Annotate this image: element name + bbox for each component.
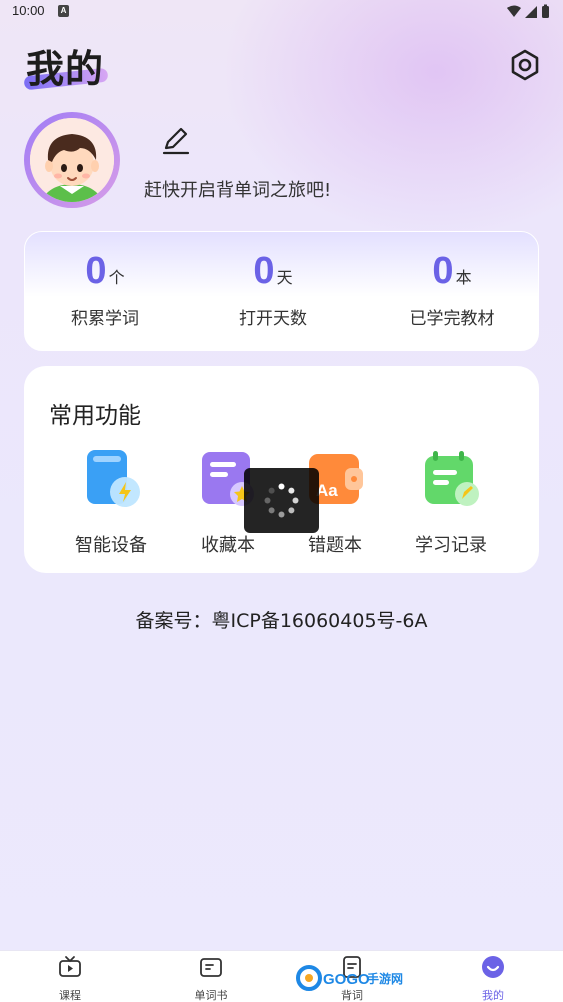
- wifi-icon: [507, 5, 521, 17]
- svg-text:GOGO: GOGO: [323, 971, 370, 988]
- nav-label: 我的: [482, 989, 504, 1002]
- func-label: 学习记录: [415, 535, 487, 556]
- stat-words: 0个 积累学词: [25, 250, 185, 329]
- stat-unit: 本: [455, 268, 472, 287]
- notification-icon: A: [58, 5, 69, 17]
- study-record-icon: [425, 451, 479, 506]
- functions-title: 常用功能: [49, 403, 141, 429]
- signal-icon: [525, 6, 537, 18]
- stat-label: 已学完教材: [409, 309, 495, 329]
- stat-label: 打开天数: [239, 309, 307, 329]
- stat-days: 0天 打开天数: [193, 250, 353, 329]
- watermark-logo: GOGO 手游网: [296, 965, 403, 991]
- battery-icon: [542, 6, 549, 18]
- book-icon: [200, 958, 222, 977]
- stat-value: 0: [85, 250, 107, 292]
- nav-item-wordbook[interactable]: 单词书: [176, 955, 246, 1002]
- nav-label: 课程: [59, 989, 81, 1002]
- func-label: 错题本: [308, 535, 362, 556]
- func-label: 智能设备: [75, 535, 147, 556]
- stat-books: 0本 已学完教材: [372, 250, 532, 329]
- status-bar: 10:00 A: [0, 0, 563, 24]
- profile-prompt[interactable]: 赶快开启背单词之旅吧!: [144, 176, 331, 202]
- nav-label: 单词书: [194, 989, 228, 1002]
- smart-device-icon: [87, 450, 140, 507]
- settings-icon[interactable]: [508, 48, 542, 82]
- svg-text:Aa: Aa: [316, 481, 338, 500]
- loading-overlay: [244, 468, 319, 533]
- nav-item-courses[interactable]: 课程: [35, 955, 105, 1002]
- stats-card: 0个 积累学词 0天 打开天数 0本 已学完教材: [24, 231, 539, 351]
- avatar[interactable]: [24, 112, 120, 208]
- func-label: 收藏本: [201, 535, 255, 556]
- tv-icon: [59, 956, 81, 977]
- stat-value: 0: [432, 250, 454, 292]
- stat-label: 积累学词: [71, 309, 139, 329]
- avatar-boy-icon: [30, 118, 114, 202]
- page-title: 我的: [26, 47, 105, 91]
- status-icons: [507, 4, 549, 18]
- edit-icon[interactable]: [160, 124, 192, 156]
- icp-record: 备案号：粤ICP备16060405号-6A: [135, 610, 428, 632]
- loading-spinner-icon: [264, 483, 299, 518]
- bottom-nav: 课程 单词书 背词 我的: [0, 950, 563, 1002]
- profile-icon: [482, 956, 504, 978]
- svg-text:手游网: 手游网: [367, 971, 403, 986]
- stat-unit: 天: [276, 268, 293, 287]
- background-glow: [220, 0, 563, 240]
- status-time: 10:00: [12, 3, 45, 18]
- func-study-record[interactable]: 学习记录: [396, 448, 506, 557]
- nav-item-mine[interactable]: 我的: [458, 955, 528, 1002]
- func-smart-device[interactable]: 智能设备: [56, 448, 166, 557]
- stat-value: 0: [253, 250, 275, 292]
- stat-unit: 个: [108, 268, 125, 287]
